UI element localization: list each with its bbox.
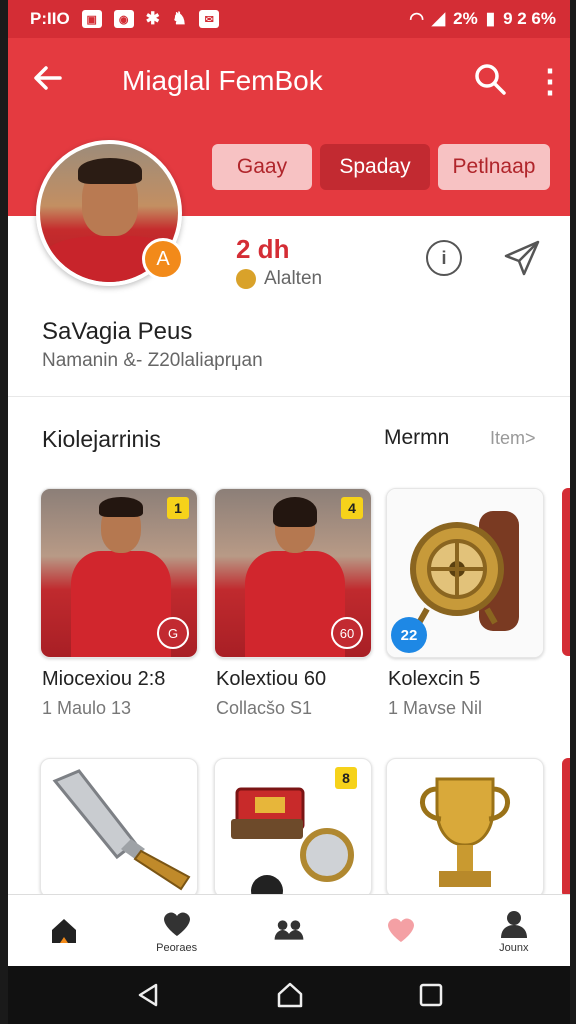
collection-card[interactable]: 8 <box>214 758 372 898</box>
nav-favorites[interactable]: Peoraes <box>120 895 232 966</box>
heart-outline-icon <box>385 914 417 946</box>
wifi-icon: ◠ <box>409 9 425 28</box>
back-triangle-icon[interactable] <box>134 981 162 1009</box>
send-icon[interactable] <box>502 238 542 278</box>
tab-spaday[interactable]: Spaday <box>320 144 430 190</box>
card-title: Kolextiou 60 <box>216 668 327 690</box>
item-image: 22 <box>387 489 543 657</box>
gallery-notification-icon: ▣ <box>81 10 102 28</box>
rank-badge: 1 <box>167 497 189 519</box>
profile-subtitle: Namanin &- Z20lalіaprџan <box>42 350 263 371</box>
more-vert-icon[interactable]: ⋮ <box>534 65 566 97</box>
stat-value: 2 dh <box>236 234 290 264</box>
card-subtitle: 1 Maulo 13 <box>42 698 132 718</box>
nav-label: Peoraes <box>156 941 198 954</box>
system-navigation-bar <box>8 966 570 1024</box>
app-title: Miaglal FemBok <box>122 65 323 96</box>
nav-profile[interactable]: Jounx <box>458 895 570 966</box>
profile-tabs: Gaay Spaday Petlnaap <box>212 144 550 190</box>
divider <box>8 396 570 397</box>
status-extra: 9 2 6% <box>503 9 556 28</box>
card-subtitle: Collacšo S1 <box>216 698 313 718</box>
nav-home[interactable] <box>8 895 120 966</box>
battery-icon: ▮ <box>485 9 496 28</box>
club-badge: 60 <box>331 617 363 649</box>
next-card-peek <box>562 758 570 898</box>
collection-card[interactable] <box>40 758 198 898</box>
collection-card[interactable] <box>386 758 544 898</box>
app-bar: Miaglal FemBok ⋮ <box>8 38 570 124</box>
section-title: Kiolejarrinis <box>42 426 161 452</box>
info-icon[interactable]: i <box>426 240 462 276</box>
section-more-link[interactable]: Item> <box>490 428 536 449</box>
message-notification-icon: ✉ <box>199 10 220 28</box>
home-icon <box>48 914 80 946</box>
app-notification-icon: ♞ <box>171 9 188 28</box>
rank-badge: 8 <box>335 767 357 789</box>
collection-card[interactable]: 22 <box>386 488 544 658</box>
profile-name: SaVagia Peus <box>42 318 193 345</box>
coin-icon <box>236 269 256 289</box>
battery-percent: 2% <box>453 9 478 28</box>
nav-community[interactable] <box>233 895 345 966</box>
next-card-peek <box>562 488 570 656</box>
tab-petlnaap[interactable]: Petlnaap <box>438 144 550 190</box>
count-badge: 22 <box>391 617 427 653</box>
camera-notification-icon: ◉ <box>113 10 134 28</box>
card-title: Miocexiou 2:8 <box>42 668 166 690</box>
group-icon <box>273 914 305 946</box>
player-image: 4 60 <box>215 489 371 657</box>
card-subtitle: 1 Mavse Nil <box>388 698 483 718</box>
status-time: P:IIO <box>30 9 70 28</box>
trophy-icon <box>420 777 510 887</box>
collection-card[interactable]: 4 60 <box>214 488 372 658</box>
heart-icon <box>161 908 193 940</box>
nav-label: Jounx <box>499 941 529 954</box>
card-title: Kolexcin 5 <box>388 668 481 690</box>
settings-notification-icon: ✱ <box>145 9 160 28</box>
home-nav-icon[interactable] <box>275 980 305 1010</box>
collection-card[interactable]: 1 G <box>40 488 198 658</box>
recents-icon[interactable] <box>418 982 444 1008</box>
app-screen: P:IIO ▣ ◉ ✱ ♞ ✉ ◠ ◢ 2% ▮ 9 2 6% Miaglal … <box>8 0 570 1024</box>
tab-gaay[interactable]: Gaay <box>212 144 312 190</box>
signal-icon: ◢ <box>432 9 446 28</box>
stat-sub: Alalten <box>236 268 322 290</box>
nav-likes[interactable] <box>345 895 457 966</box>
player-image: 1 G <box>41 489 197 657</box>
section-filter[interactable]: Mermn <box>384 426 449 450</box>
person-icon <box>498 908 530 940</box>
avatar-hair <box>78 158 142 184</box>
bottom-navigation: Peoraes Jounx <box>8 894 570 966</box>
arrow-left-icon[interactable] <box>30 60 70 102</box>
club-badge: G <box>157 617 189 649</box>
stat-label: Alalten <box>264 268 323 289</box>
level-badge: A <box>142 238 184 280</box>
rank-badge: 4 <box>341 497 363 519</box>
status-bar: P:IIO ▣ ◉ ✱ ♞ ✉ ◠ ◢ 2% ▮ 9 2 6% <box>8 0 570 38</box>
search-icon[interactable] <box>472 61 512 101</box>
torch-icon <box>52 769 191 891</box>
